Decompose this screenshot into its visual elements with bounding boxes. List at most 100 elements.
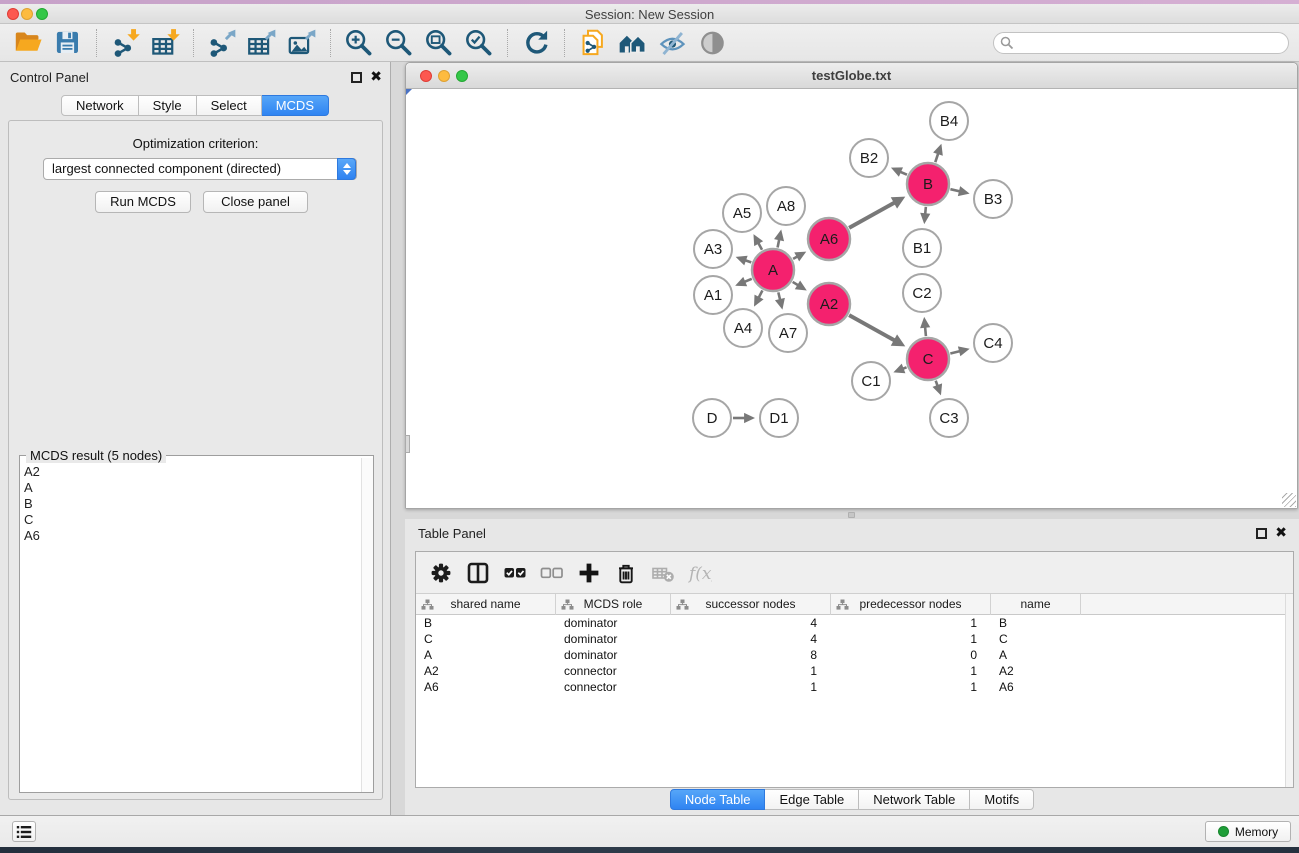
- graph-node-A5[interactable]: A5: [723, 194, 761, 232]
- show-hide-graphics-button[interactable]: [653, 26, 693, 60]
- graph-node-B4[interactable]: B4: [930, 102, 968, 140]
- edge-C-C1[interactable]: [893, 364, 906, 374]
- column-header-successor-nodes[interactable]: successor nodes: [671, 594, 831, 615]
- graph-node-C1[interactable]: C1: [852, 362, 890, 400]
- network-window-titlebar[interactable]: testGlobe.txt: [406, 63, 1297, 89]
- column-header-name[interactable]: name: [991, 594, 1081, 615]
- table-cell[interactable]: A6: [416, 679, 556, 695]
- graph-node-C[interactable]: C: [907, 338, 949, 380]
- edge-B-B4[interactable]: [933, 144, 943, 162]
- delete-column-button[interactable]: [609, 557, 643, 589]
- edge-A2-C[interactable]: [849, 315, 905, 346]
- graph-node-C3[interactable]: C3: [930, 399, 968, 437]
- edge-C-C3[interactable]: [932, 381, 942, 396]
- network-canvas[interactable]: A A1 A2 A3 A4 A5 A6 A7 A8 B B1 B2 B3 B4 C C1 C2 C3C4 D D1: [406, 89, 1297, 508]
- deselect-all-button[interactable]: [535, 557, 569, 589]
- table-cell[interactable]: connector: [556, 679, 671, 695]
- add-column-button[interactable]: [572, 557, 606, 589]
- table-cell[interactable]: 1: [831, 679, 991, 695]
- table-row[interactable]: A6connector11A6: [416, 679, 1285, 695]
- graph-node-D[interactable]: D: [693, 399, 731, 437]
- table-row[interactable]: Cdominator41C: [416, 631, 1285, 647]
- graph-node-B[interactable]: B: [907, 163, 949, 205]
- import-network-button[interactable]: [105, 26, 145, 60]
- result-scrollbar[interactable]: [361, 458, 373, 792]
- table-row[interactable]: A2connector11A2: [416, 663, 1285, 679]
- close-panel-button[interactable]: Close panel: [203, 191, 308, 213]
- table-cell[interactable]: A2: [991, 663, 1081, 679]
- edge-A-A5[interactable]: [753, 234, 763, 250]
- graph-node-A6[interactable]: A6: [808, 218, 850, 260]
- table-cell[interactable]: 8: [671, 647, 831, 663]
- tab-network[interactable]: Network: [61, 95, 139, 116]
- criterion-select[interactable]: largest connected component (directed): [43, 158, 357, 180]
- table-cell[interactable]: 1: [671, 679, 831, 695]
- zoom-fit-button[interactable]: [419, 26, 459, 60]
- table-cell[interactable]: 1: [831, 663, 991, 679]
- table-cell[interactable]: A: [991, 647, 1081, 663]
- table-scrollbar[interactable]: [1285, 594, 1293, 787]
- graph-node-A2[interactable]: A2: [808, 283, 850, 325]
- table-cell[interactable]: 4: [671, 615, 831, 631]
- export-table-button[interactable]: [242, 26, 282, 60]
- tab-node-table[interactable]: Node Table: [670, 789, 766, 810]
- mcds-result-item[interactable]: A: [24, 480, 361, 496]
- search-input[interactable]: [993, 32, 1289, 54]
- table-cell[interactable]: C: [416, 631, 556, 647]
- column-header-shared-name[interactable]: shared name: [416, 594, 556, 615]
- run-mcds-button[interactable]: Run MCDS: [95, 191, 191, 213]
- tab-edge-table[interactable]: Edge Table: [765, 789, 859, 810]
- mcds-result-item[interactable]: A6: [24, 528, 361, 544]
- column-header-MCDS-role[interactable]: MCDS role: [556, 594, 671, 615]
- mcds-result-item[interactable]: B: [24, 496, 361, 512]
- graph-node-D1[interactable]: D1: [760, 399, 798, 437]
- column-layout-button[interactable]: [461, 557, 495, 589]
- edge-A-A3[interactable]: [736, 256, 752, 266]
- edge-A-A2[interactable]: [793, 280, 807, 290]
- table-close-panel-icon[interactable]: ✖: [1275, 525, 1287, 539]
- graph-node-A3[interactable]: A3: [694, 230, 732, 268]
- graph-node-C2[interactable]: C2: [903, 274, 941, 312]
- edge-A6-B[interactable]: [849, 197, 905, 228]
- table-cell[interactable]: A: [416, 647, 556, 663]
- export-image-button[interactable]: [282, 26, 322, 60]
- export-network-button[interactable]: [202, 26, 242, 60]
- graph-node-A1[interactable]: A1: [694, 276, 732, 314]
- graph-node-B3[interactable]: B3: [974, 180, 1012, 218]
- edge-B-B3[interactable]: [950, 186, 969, 196]
- zoom-out-button[interactable]: [379, 26, 419, 60]
- table-cell[interactable]: B: [416, 615, 556, 631]
- graph-node-A4[interactable]: A4: [724, 309, 762, 347]
- graph-node-C4[interactable]: C4: [974, 324, 1012, 362]
- open-network-file-button[interactable]: [573, 26, 613, 60]
- edge-A-A1[interactable]: [735, 277, 752, 286]
- graph-node-A[interactable]: A: [752, 249, 794, 291]
- float-panel-icon[interactable]: [351, 72, 362, 83]
- edge-A-A4[interactable]: [754, 290, 764, 306]
- open-session-button[interactable]: [8, 26, 48, 60]
- edge-A-A7[interactable]: [775, 292, 785, 309]
- table-cell[interactable]: 1: [671, 663, 831, 679]
- window-edge-handle[interactable]: [405, 435, 410, 453]
- table-cell[interactable]: A6: [991, 679, 1081, 695]
- table-cell[interactable]: B: [991, 615, 1081, 631]
- table-cell[interactable]: dominator: [556, 647, 671, 663]
- table-cell[interactable]: dominator: [556, 631, 671, 647]
- table-cell[interactable]: dominator: [556, 615, 671, 631]
- tab-select[interactable]: Select: [197, 95, 262, 116]
- edge-B-B2[interactable]: [891, 167, 907, 176]
- table-cell[interactable]: A2: [416, 663, 556, 679]
- mcds-result-item[interactable]: A2: [24, 464, 361, 480]
- mcds-result-item[interactable]: C: [24, 512, 361, 528]
- save-session-button[interactable]: [48, 26, 88, 60]
- graph-node-B1[interactable]: B1: [903, 229, 941, 267]
- refresh-layout-button[interactable]: [516, 26, 556, 60]
- first-neighbors-button[interactable]: [613, 26, 653, 60]
- graph-node-A8[interactable]: A8: [767, 187, 805, 225]
- table-cell[interactable]: 4: [671, 631, 831, 647]
- memory-button[interactable]: Memory: [1205, 821, 1291, 842]
- graph-node-A7[interactable]: A7: [769, 314, 807, 352]
- edge-C-C4[interactable]: [950, 346, 969, 356]
- table-cell[interactable]: 1: [831, 631, 991, 647]
- graph-node-B2[interactable]: B2: [850, 139, 888, 177]
